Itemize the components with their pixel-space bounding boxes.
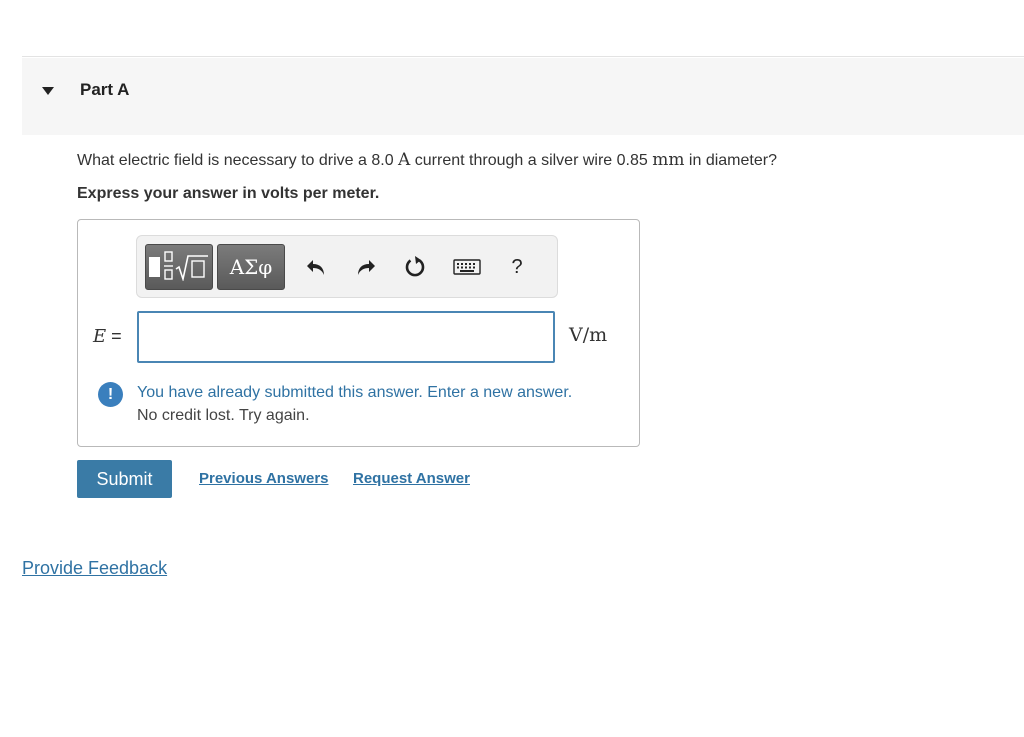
- question-text-before: What electric field is necessary to driv…: [77, 152, 372, 169]
- collapse-triangle-icon[interactable]: [40, 85, 56, 97]
- alert-icon: !: [98, 382, 123, 407]
- diameter-unit: mm: [652, 150, 685, 170]
- current-unit: A: [398, 150, 411, 170]
- reset-icon[interactable]: [402, 254, 428, 280]
- symbols-button[interactable]: ΑΣφ: [217, 244, 285, 290]
- feedback-message: You have already submitted this answer. …: [137, 381, 572, 427]
- answer-box: ΑΣφ ? E = V/m ! You have already submitt…: [77, 219, 640, 447]
- question-text-after: in diameter?: [684, 152, 777, 169]
- submit-button[interactable]: Submit: [77, 460, 172, 498]
- answer-variable: E: [93, 326, 107, 347]
- diameter-value: 0.85: [616, 152, 648, 169]
- undo-arrow-icon[interactable]: [303, 254, 329, 280]
- previous-answers-link[interactable]: Previous Answers: [199, 470, 329, 487]
- templates-button[interactable]: [145, 244, 213, 290]
- answer-instruction: Express your answer in volts per meter.: [77, 185, 380, 202]
- answer-unit: V/m: [569, 324, 608, 346]
- top-divider: [22, 56, 1024, 57]
- help-button[interactable]: ?: [504, 254, 530, 280]
- feedback-line-1: You have already submitted this answer. …: [137, 384, 573, 401]
- question-text-middle: current through a silver wire: [410, 152, 617, 169]
- answer-input[interactable]: [137, 311, 555, 363]
- feedback-line-2: No credit lost. Try again.: [137, 407, 310, 424]
- cursor-block-icon: [148, 257, 160, 277]
- redo-arrow-icon[interactable]: [353, 254, 379, 280]
- answer-equals: =: [111, 326, 122, 346]
- part-title: Part A: [80, 80, 130, 99]
- part-header: Part A: [22, 58, 1024, 135]
- fraction-root-template-icon: [163, 250, 210, 284]
- keyboard-icon[interactable]: [452, 254, 482, 280]
- request-answer-link[interactable]: Request Answer: [353, 470, 470, 487]
- answer-variable-label: E =: [93, 326, 122, 347]
- current-value: 8.0: [371, 152, 394, 169]
- question-text: What electric field is necessary to driv…: [77, 150, 777, 170]
- math-toolbar: ΑΣφ ?: [136, 235, 558, 298]
- provide-feedback-link[interactable]: Provide Feedback: [22, 558, 167, 579]
